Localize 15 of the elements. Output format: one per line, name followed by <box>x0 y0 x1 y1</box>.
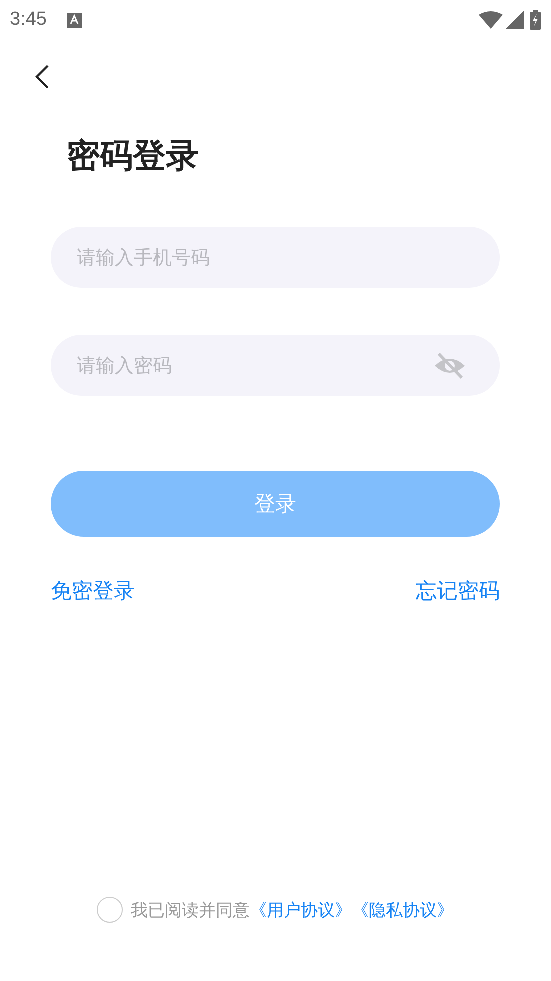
eye-crossed-icon[interactable] <box>434 352 466 380</box>
phone-field[interactable]: 请输入手机号码 <box>51 227 500 288</box>
agreement-text: 我已阅读并同意《用户协议》《隐私协议》 <box>131 900 454 922</box>
keyboard-icon <box>66 12 82 28</box>
agreement-link[interactable]: 《隐私协议》 <box>352 900 454 920</box>
wifi-icon <box>479 11 503 29</box>
agreement-link[interactable]: 《用户协议》 <box>250 900 352 920</box>
battery-icon <box>530 10 541 30</box>
password-field[interactable]: 请输入密码 <box>51 335 500 396</box>
agreement-checkbox[interactable] <box>97 897 123 923</box>
signal-icon <box>506 11 524 29</box>
clock-time: 3:45 <box>10 9 47 31</box>
passwordless-login-link[interactable]: 免密登录 <box>51 577 135 605</box>
page-title: 密码登录 <box>67 135 199 177</box>
forgot-password-link[interactable]: 忘记密码 <box>416 577 500 605</box>
